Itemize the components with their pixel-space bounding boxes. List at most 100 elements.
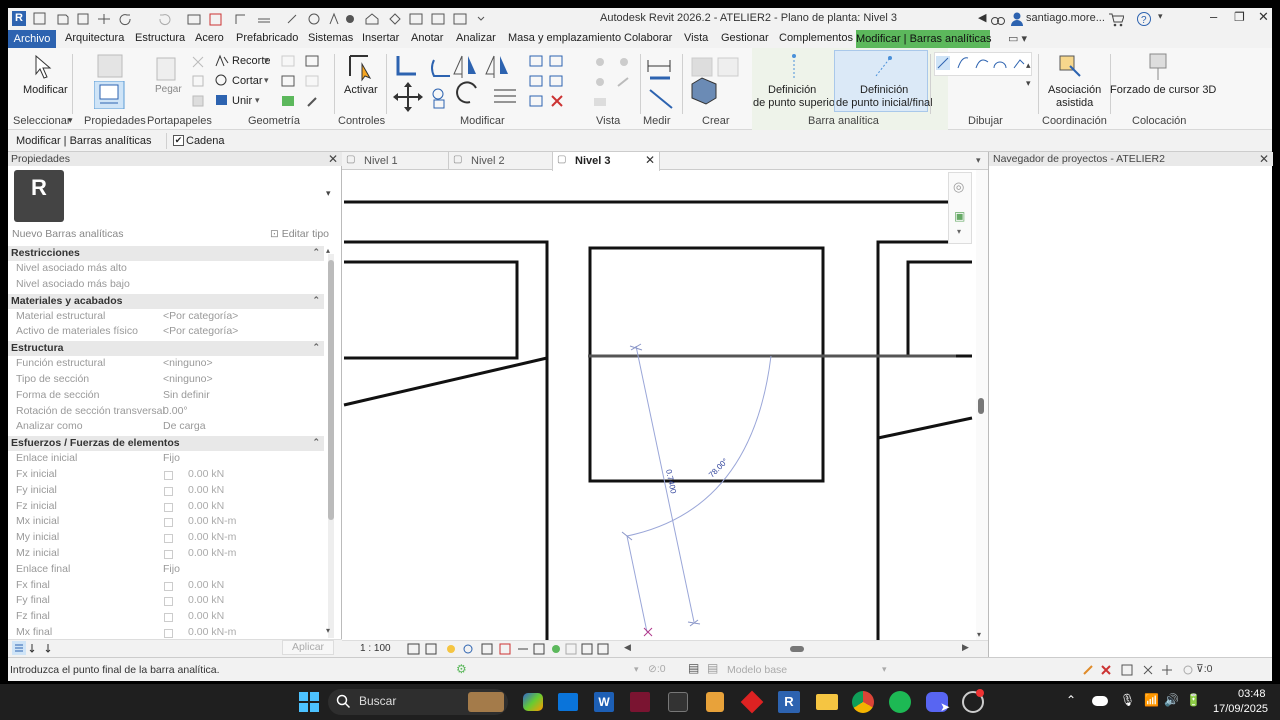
binoculars-icon[interactable] <box>990 11 1006 27</box>
activate-icon[interactable] <box>346 52 378 82</box>
view-control-icons[interactable] <box>406 642 616 656</box>
property-row[interactable]: Nivel asociado más alto <box>8 262 324 278</box>
clock-date[interactable]: 17/09/2025 <box>1213 703 1268 715</box>
design-options-icon-2[interactable]: ▤ <box>707 661 718 675</box>
spotify-icon[interactable] <box>889 691 911 713</box>
property-value[interactable]: 0.00 kN <box>188 610 224 622</box>
join-button[interactable]: Unir <box>232 95 252 107</box>
tab-nivel-3[interactable]: ▢ Nivel 3 ✕ <box>552 152 660 171</box>
cope-icon[interactable] <box>214 54 230 68</box>
tab-prefabricado[interactable]: Prefabricado <box>236 32 298 44</box>
property-value[interactable]: <ninguno> <box>163 357 213 369</box>
word-icon[interactable]: W <box>594 692 614 712</box>
property-value[interactable]: 0.00 kN-m <box>188 626 236 638</box>
tab-insertar[interactable]: Insertar <box>362 32 399 44</box>
property-value[interactable]: Fijo <box>163 563 180 575</box>
minimize-button[interactable]: – <box>1210 9 1217 24</box>
type-filter-label[interactable]: Nuevo Barras analíticas <box>12 228 123 240</box>
tab-arquitectura[interactable]: Arquitectura <box>65 32 124 44</box>
sort-icons[interactable] <box>12 641 68 655</box>
selection-filter-icons[interactable] <box>1082 662 1212 678</box>
collapse-icon[interactable]: ⌃ <box>312 247 320 258</box>
property-group[interactable]: Estructura ⌃ <box>8 341 324 357</box>
chevron-down-icon[interactable]: ▾ <box>264 75 269 86</box>
edit-type-button[interactable]: ⊡ Editar tipo <box>270 228 329 240</box>
copilot-icon[interactable] <box>523 693 543 711</box>
chevron-down-icon[interactable]: ▾ <box>255 95 260 106</box>
assisted-association-label-1[interactable]: Asociación <box>1048 84 1101 96</box>
restore-button[interactable]: ❐ <box>1234 10 1245 24</box>
property-row[interactable]: Mz inicial 0.00 kN-m <box>8 547 324 563</box>
horizontal-scroll-thumb[interactable] <box>790 646 804 652</box>
type-selector-dropdown[interactable]: ▾ <box>326 188 331 199</box>
property-row[interactable]: Fx inicial 0.00 kN <box>8 468 324 484</box>
property-row[interactable]: Función estructural <ninguno> <box>8 357 324 373</box>
tab-archivo[interactable]: Archivo <box>8 30 56 48</box>
property-value[interactable]: 0.00° <box>163 405 188 417</box>
clock-time[interactable]: 03:48 <box>1238 688 1266 700</box>
property-group[interactable]: Esfuerzos / Fuerzas de elementos ⌃ <box>8 436 324 452</box>
property-checkbox[interactable] <box>164 581 173 591</box>
collapse-icon[interactable]: ⌃ <box>312 342 320 353</box>
tab-anotar[interactable]: Anotar <box>411 32 443 44</box>
create-icons[interactable] <box>688 54 748 114</box>
dimension-angle-label[interactable]: 78.00° <box>707 457 730 480</box>
tab-masa-emplazamiento[interactable]: Masa y emplazamiento <box>508 32 621 44</box>
modify-tools-icons[interactable] <box>390 52 530 112</box>
collapse-icon[interactable]: ⌃ <box>312 295 320 306</box>
property-row[interactable]: Rotación de sección transversal 0.00° <box>8 405 324 421</box>
windows-start-icon[interactable] <box>298 691 320 713</box>
scroll-right-icon[interactable]: ▶ <box>962 642 969 653</box>
property-row[interactable]: Forma de sección Sin definir <box>8 389 324 405</box>
scroll-left-icon[interactable]: ◀ <box>624 642 631 653</box>
store-icon[interactable] <box>558 693 578 711</box>
close-icon[interactable]: ✕ <box>328 152 338 166</box>
chevron-up-icon[interactable]: ⌃ <box>1066 693 1076 707</box>
collapse-icon[interactable]: ⌃ <box>312 437 320 448</box>
top-point-definition-icon[interactable] <box>782 52 806 84</box>
property-row[interactable]: Enlace final Fijo <box>8 563 324 579</box>
property-row[interactable]: Analizar como De carga <box>8 420 324 436</box>
property-value[interactable]: <Por categoría> <box>163 325 238 337</box>
property-row[interactable]: Activo de materiales físico <Por categorí… <box>8 325 324 341</box>
tab-nivel-2[interactable]: ▢ Nivel 2 <box>448 152 550 170</box>
property-value[interactable]: 0.00 kN <box>188 500 224 512</box>
property-checkbox[interactable] <box>164 629 173 638</box>
3d-cursor-snap-button[interactable]: Forzado de cursor 3D <box>1110 84 1216 96</box>
property-row[interactable]: Fz inicial 0.00 kN <box>8 500 324 516</box>
cart-icon[interactable] <box>1108 11 1124 27</box>
property-row[interactable]: Mx inicial 0.00 kN-m <box>8 515 324 531</box>
draw-line-icons[interactable] <box>936 56 1032 72</box>
revit-taskbar-icon[interactable]: R <box>778 691 800 713</box>
join-icon[interactable] <box>214 93 230 107</box>
steering-wheel-icon[interactable]: ◎ <box>953 179 964 195</box>
chevron-up-icon[interactable]: ▴ <box>1026 60 1031 71</box>
zoom-icon[interactable]: ▣ <box>954 209 965 223</box>
onedrive-icon[interactable] <box>1092 696 1108 706</box>
apply-button[interactable]: Aplicar <box>282 640 334 655</box>
top-point-label-2[interactable]: de punto superior <box>753 97 839 109</box>
battery-icon[interactable]: 🔋 <box>1186 693 1201 707</box>
property-row[interactable]: Nivel asociado más bajo <box>8 278 324 294</box>
chevron-down-icon[interactable]: ▾ <box>634 664 639 675</box>
property-value[interactable]: 0.00 kN <box>188 579 224 591</box>
3d-cursor-snap-icon[interactable] <box>1144 52 1174 82</box>
tab-sistemas[interactable]: Sistemas <box>308 32 353 44</box>
property-value[interactable]: De carga <box>163 420 206 432</box>
cut-icon[interactable] <box>214 73 230 87</box>
design-options-icon[interactable]: ▤ <box>688 661 699 675</box>
geometry-small-icons[interactable] <box>280 54 330 114</box>
design-option-selector[interactable]: Modelo base <box>727 664 787 676</box>
vertical-scroll-thumb[interactable] <box>978 398 984 414</box>
tab-nivel-1[interactable]: ▢ Nivel 1 <box>342 152 446 170</box>
property-checkbox[interactable] <box>164 502 173 512</box>
help-icon[interactable]: ? <box>1136 11 1152 27</box>
property-checkbox[interactable] <box>164 486 173 496</box>
chevron-up-icon[interactable]: ▴ <box>326 246 330 255</box>
paste-icon[interactable] <box>154 54 178 82</box>
property-group[interactable]: Materiales y acabados ⌃ <box>8 293 324 309</box>
volume-icon[interactable]: 🔊 <box>1164 693 1179 707</box>
property-value[interactable]: 0.00 kN <box>188 468 224 480</box>
chevron-down-icon[interactable]: ▾ <box>977 630 981 639</box>
clipboard-small-icons[interactable] <box>190 54 206 114</box>
